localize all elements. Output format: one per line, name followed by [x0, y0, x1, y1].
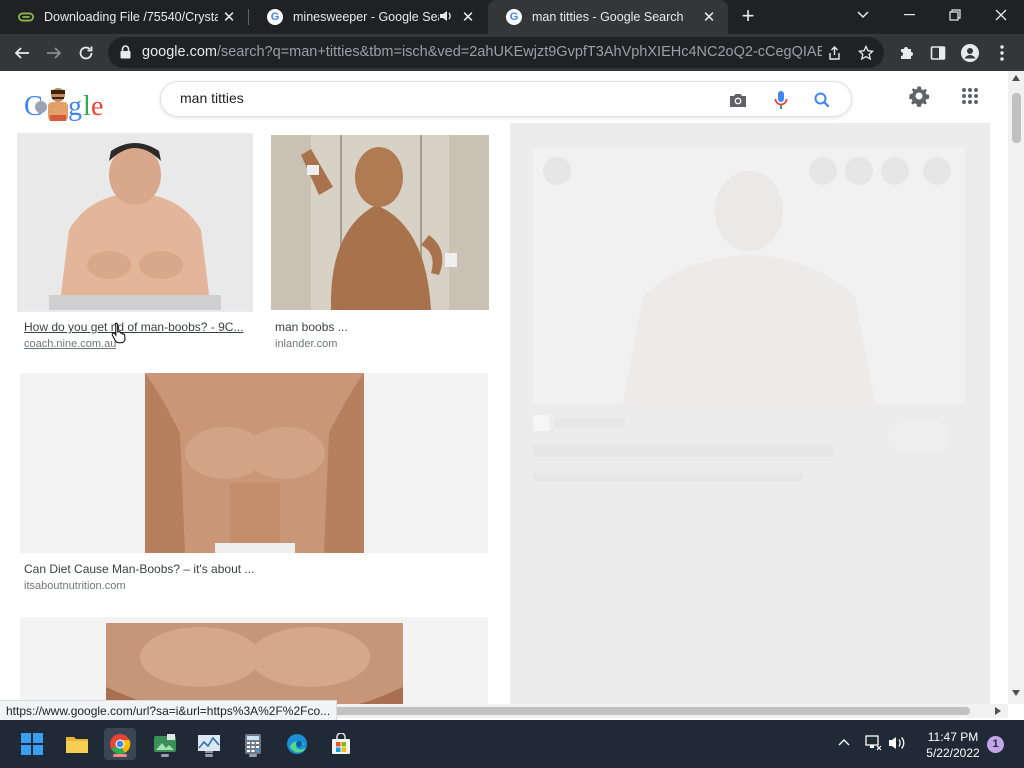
- restore-icon[interactable]: [932, 0, 978, 30]
- browser-menu-icon[interactable]: [988, 39, 1016, 67]
- google-doodle-logo[interactable]: G g l e: [24, 85, 116, 122]
- search-box[interactable]: [160, 81, 852, 117]
- bookmark-star-icon[interactable]: [856, 43, 876, 63]
- vertical-scrollbar-thumb[interactable]: [1012, 93, 1021, 143]
- show-hidden-icons-chevron-icon[interactable]: [838, 733, 850, 749]
- result-source[interactable]: coach.nine.com.au: [24, 338, 249, 350]
- address-url-text[interactable]: google.com/search?q=man+titties&tbm=isch…: [142, 44, 822, 60]
- resource-monitor-icon[interactable]: [193, 728, 225, 760]
- image-result-card[interactable]: Can Diet Cause Man-Boobs? – it's about .…: [16, 371, 494, 601]
- google-favicon-icon: G: [506, 9, 522, 25]
- tab-downloading-file[interactable]: Downloading File /75540/Crystal ✕: [0, 0, 248, 34]
- google-apps-grid-icon[interactable]: [957, 83, 983, 109]
- browser-tab-strip: Downloading File /75540/Crystal ✕ G mine…: [0, 0, 1024, 34]
- forward-arrow-icon[interactable]: [40, 39, 68, 67]
- reload-icon[interactable]: [72, 39, 100, 67]
- new-tab-plus-icon[interactable]: +: [736, 5, 760, 29]
- windows-taskbar: 11:47 PM 5/22/2022 1: [0, 720, 1024, 768]
- result-thumbnail[interactable]: [271, 135, 489, 310]
- result-thumbnail[interactable]: [19, 135, 251, 310]
- photo-viewer-icon[interactable]: [149, 728, 181, 760]
- result-source[interactable]: inlander.com: [275, 338, 490, 350]
- result-source[interactable]: itsaboutnutrition.com: [24, 580, 484, 592]
- svg-text:e: e: [91, 91, 103, 122]
- tab-title: Downloading File /75540/Crystal: [44, 10, 218, 24]
- preview-visit-button[interactable]: [889, 421, 949, 453]
- preview-title-placeholder: [533, 443, 833, 457]
- image-result-card[interactable]: [16, 615, 494, 704]
- tab-minesweeper[interactable]: G minesweeper - Google Search ✕: [249, 0, 487, 34]
- preview-subtitle-placeholder: [533, 473, 803, 482]
- tab-title: man titties - Google Search: [532, 10, 684, 24]
- image-preview-panel: [510, 123, 990, 704]
- tab-close-icon[interactable]: ✕: [457, 6, 479, 28]
- link-status-bubble: https://www.google.com/url?sa=i&url=http…: [0, 700, 338, 720]
- camera-lens-icon[interactable]: [727, 89, 749, 111]
- minimize-icon[interactable]: [886, 0, 932, 30]
- tab-man-titties[interactable]: G man titties - Google Search ✕: [488, 0, 728, 34]
- google-favicon-icon: G: [267, 9, 283, 25]
- result-title[interactable]: Can Diet Cause Man-Boobs? – it's about .…: [24, 562, 484, 576]
- search-input[interactable]: [180, 90, 700, 106]
- tab-close-icon[interactable]: ✕: [698, 6, 720, 28]
- tab-title: minesweeper - Google Search: [293, 10, 439, 24]
- tab-close-icon[interactable]: ✕: [218, 6, 240, 28]
- tab-search-chevron-icon[interactable]: [840, 0, 886, 30]
- microphone-icon[interactable]: [770, 89, 792, 111]
- preview-image-loading[interactable]: [533, 147, 965, 403]
- taskbar-running-indicator: [161, 754, 169, 757]
- file-explorer-folder-icon[interactable]: [61, 728, 93, 760]
- system-clock[interactable]: 11:47 PM 5/22/2022: [912, 729, 994, 761]
- vertical-scrollbar[interactable]: [1008, 71, 1024, 704]
- lock-icon[interactable]: [120, 45, 131, 64]
- windows-start-icon[interactable]: [16, 728, 48, 760]
- taskbar-running-indicator: [249, 754, 257, 757]
- profile-avatar-icon[interactable]: [956, 39, 984, 67]
- settings-gear-icon[interactable]: [906, 83, 932, 109]
- download-link-icon: [18, 9, 34, 25]
- result-title[interactable]: man boobs ...: [275, 320, 490, 334]
- image-result-card[interactable]: How do you get rid of man-boobs? - 9C...…: [16, 131, 256, 356]
- svg-text:l: l: [83, 91, 91, 122]
- url-domain: google.com: [142, 44, 217, 60]
- preview-favicon-placeholder: [533, 415, 549, 431]
- hand-pointer-cursor-icon: [111, 322, 126, 344]
- svg-text:g: g: [68, 91, 82, 122]
- network-icon[interactable]: [864, 735, 882, 754]
- url-path: /search?q=man+titties&tbm=isch&ved=2ahUK…: [216, 44, 822, 60]
- notification-badge[interactable]: 1: [987, 736, 1004, 753]
- address-bar[interactable]: google.com/search?q=man+titties&tbm=isch…: [108, 37, 884, 68]
- clock-date: 5/22/2022: [926, 746, 980, 760]
- back-arrow-icon[interactable]: [8, 39, 36, 67]
- result-thumbnail[interactable]: [20, 617, 488, 704]
- result-title-link[interactable]: How do you get rid of man-boobs? - 9C...: [24, 320, 249, 334]
- taskbar-active-indicator: [113, 754, 127, 757]
- calculator-icon[interactable]: [237, 728, 269, 760]
- browser-toolbar: google.com/search?q=man+titties&tbm=isch…: [0, 34, 1024, 71]
- search-icon[interactable]: [811, 89, 833, 111]
- image-result-card[interactable]: man boobs ... inlander.com: [266, 131, 496, 356]
- extensions-puzzle-icon[interactable]: [892, 39, 920, 67]
- google-images-page: G g l e man titties How do you get rid o…: [0, 71, 1008, 704]
- taskbar-running-indicator: [205, 754, 213, 757]
- window-close-icon[interactable]: [978, 0, 1024, 30]
- edge-browser-icon[interactable]: [281, 728, 313, 760]
- share-icon[interactable]: [824, 43, 844, 63]
- preview-source-placeholder: [555, 418, 625, 428]
- chrome-taskbar-icon[interactable]: [104, 728, 136, 760]
- result-thumbnail[interactable]: [20, 373, 488, 553]
- speaker-audio-icon[interactable]: [439, 10, 453, 25]
- side-panel-icon[interactable]: [924, 39, 952, 67]
- microsoft-store-icon[interactable]: [325, 728, 357, 760]
- clock-time: 11:47 PM: [927, 730, 979, 744]
- volume-speaker-icon[interactable]: [888, 735, 906, 754]
